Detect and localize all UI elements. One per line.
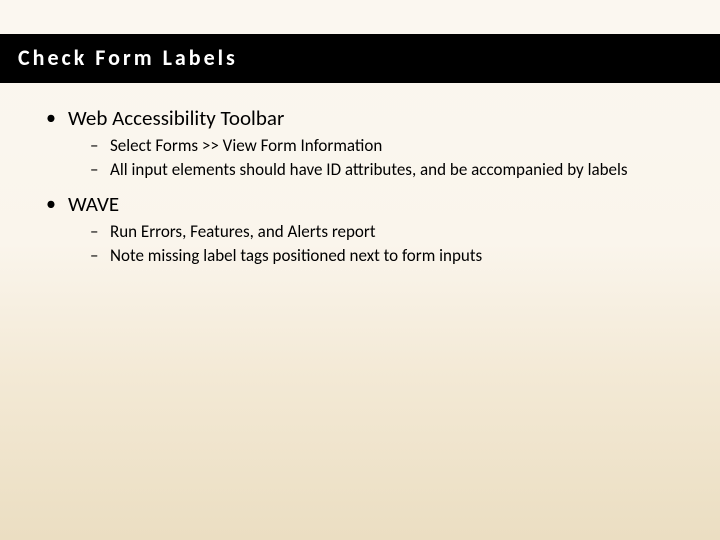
sub-list-text: All input elements should have ID attrib…: [110, 159, 628, 180]
sub-list-item: All input elements should have ID attrib…: [88, 159, 680, 181]
list-item-text: Web Accessibility Toolbar: [68, 105, 284, 131]
sub-list-item: Note missing label tags positioned next …: [88, 245, 680, 267]
list-item: WAVE Run Errors, Features, and Alerts re…: [40, 191, 680, 267]
slide-title: Check Form Labels: [18, 44, 238, 71]
sub-list-item: Select Forms >> View Form Information: [88, 135, 680, 157]
top-spacer: [0, 0, 720, 34]
bullet-list: Web Accessibility Toolbar Select Forms >…: [40, 105, 680, 267]
slide-content: Web Accessibility Toolbar Select Forms >…: [0, 83, 720, 267]
list-item: Web Accessibility Toolbar Select Forms >…: [40, 105, 680, 181]
sub-list: Select Forms >> View Form Information Al…: [68, 135, 680, 181]
slide-title-bar: Check Form Labels: [0, 34, 720, 83]
sub-list-text: Run Errors, Features, and Alerts report: [110, 221, 376, 242]
sub-list-text: Select Forms >> View Form Information: [110, 135, 382, 156]
list-item-text: WAVE: [68, 191, 119, 217]
slide: Check Form Labels Web Accessibility Tool…: [0, 0, 720, 540]
sub-list: Run Errors, Features, and Alerts report …: [68, 221, 680, 267]
sub-list-item: Run Errors, Features, and Alerts report: [88, 221, 680, 243]
sub-list-text: Note missing label tags positioned next …: [110, 245, 482, 266]
